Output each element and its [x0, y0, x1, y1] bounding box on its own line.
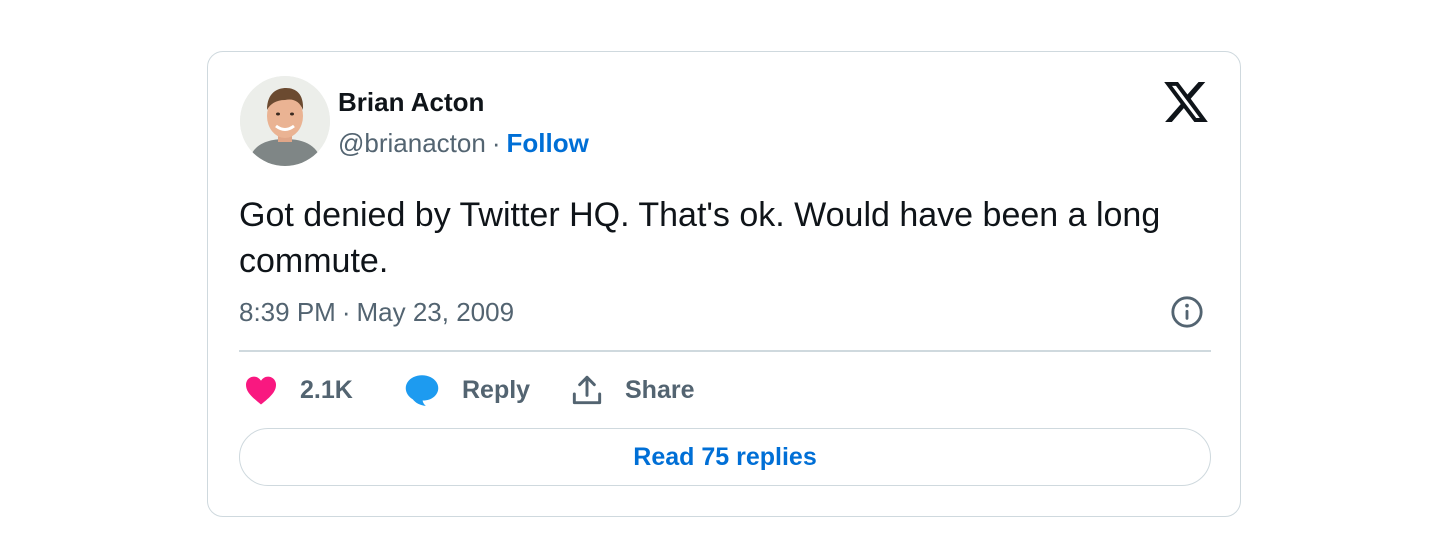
- reply-button[interactable]: Reply: [404, 370, 530, 410]
- follow-link[interactable]: Follow: [506, 128, 588, 158]
- share-upload-icon: [572, 375, 602, 405]
- author-name[interactable]: Brian Acton: [338, 87, 484, 118]
- like-count: 2.1K: [300, 375, 353, 404]
- tweet-text: Got denied by Twitter HQ. That's ok. Wou…: [239, 196, 1161, 280]
- handle-row: @brianacton · Follow: [338, 128, 589, 159]
- timestamp-separator: ·: [341, 297, 351, 327]
- heart-icon: [246, 376, 276, 405]
- speech-bubble-icon: [405, 375, 439, 406]
- avatar[interactable]: [240, 76, 330, 166]
- tweet-timestamp[interactable]: 8:39 PM · May 23, 2009: [239, 297, 514, 328]
- tweet-card: Brian Acton @brianacton · Follow Got denie…: [207, 51, 1241, 517]
- read-replies-button[interactable]: Read 75 replies: [239, 428, 1211, 486]
- tweet-time: 8:39 PM: [239, 297, 336, 327]
- handle-separator: ·: [491, 128, 501, 158]
- avatar-image: [240, 76, 330, 166]
- share-label: Share: [625, 375, 695, 404]
- tweet-date: May 23, 2009: [356, 297, 515, 327]
- reply-label: Reply: [462, 375, 531, 404]
- share-button[interactable]: Share: [571, 370, 694, 410]
- x-logo-icon[interactable]: [1164, 82, 1208, 122]
- author-handle[interactable]: @brianacton: [338, 128, 486, 158]
- like-button[interactable]: 2.1K: [244, 370, 353, 410]
- info-icon[interactable]: [1170, 295, 1204, 329]
- divider: [239, 350, 1211, 352]
